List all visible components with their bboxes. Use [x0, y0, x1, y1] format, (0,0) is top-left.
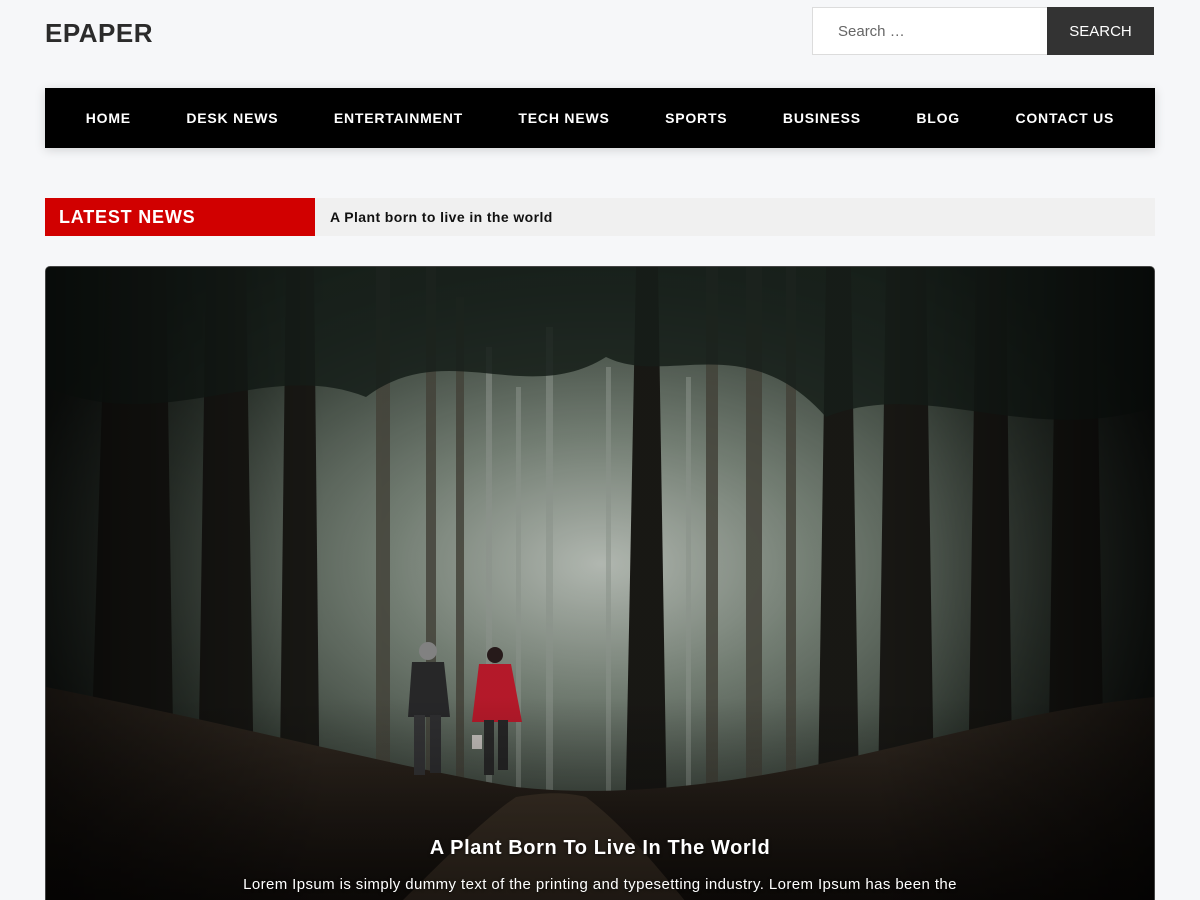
- featured-post-title[interactable]: A Plant Born To Live In The World: [430, 837, 771, 860]
- featured-image[interactable]: [46, 267, 1155, 900]
- search-button[interactable]: SEARCH: [1047, 7, 1154, 55]
- search-input[interactable]: [812, 7, 1047, 55]
- search-form: SEARCH: [812, 7, 1154, 55]
- latest-news-headline[interactable]: A Plant born to live in the world: [315, 198, 1155, 236]
- nav-item-business[interactable]: BUSINESS: [783, 110, 861, 126]
- nav-item-sports[interactable]: SPORTS: [665, 110, 727, 126]
- latest-news-ticker: LATEST NEWS A Plant born to live in the …: [45, 198, 1155, 236]
- site-title[interactable]: EPAPER: [45, 18, 153, 49]
- nav-item-home[interactable]: HOME: [86, 110, 131, 126]
- main-navigation: HOME DESK NEWS ENTERTAINMENT TECH NEWS S…: [45, 88, 1155, 148]
- featured-caption: A Plant Born To Live In The World Lorem …: [46, 837, 1154, 893]
- nav-item-contact-us[interactable]: CONTACT US: [1015, 110, 1114, 126]
- featured-post-excerpt: Lorem Ipsum is simply dummy text of the …: [243, 876, 957, 893]
- nav-item-desk-news[interactable]: DESK NEWS: [186, 110, 278, 126]
- nav-item-blog[interactable]: BLOG: [916, 110, 960, 126]
- featured-post: A Plant Born To Live In The World Lorem …: [45, 266, 1155, 900]
- nav-item-tech-news[interactable]: TECH NEWS: [518, 110, 609, 126]
- nav-item-entertainment[interactable]: ENTERTAINMENT: [334, 110, 463, 126]
- latest-news-label: LATEST NEWS: [45, 198, 315, 236]
